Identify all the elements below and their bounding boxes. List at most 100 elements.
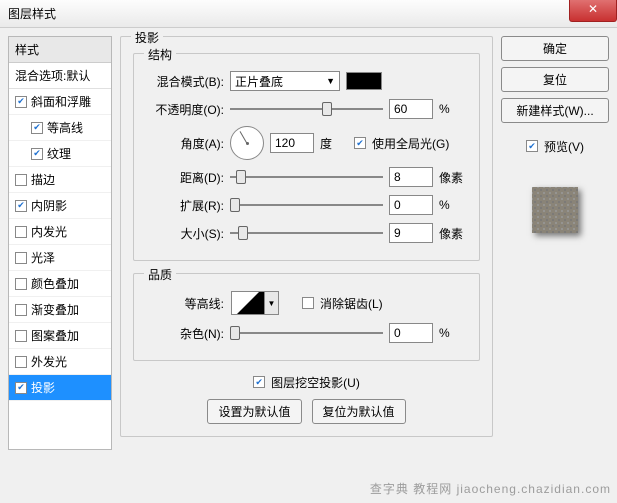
style-item-1[interactable]: 等高线 (9, 115, 111, 141)
blend-mode-dropdown[interactable]: 正片叠底 ▼ (230, 71, 340, 91)
style-label: 等高线 (47, 119, 83, 136)
style-item-11[interactable]: 投影 (9, 375, 111, 401)
color-swatch[interactable] (346, 72, 382, 90)
style-checkbox[interactable] (15, 382, 27, 394)
style-label: 纹理 (47, 145, 71, 162)
size-slider[interactable] (230, 225, 383, 241)
style-checkbox[interactable] (15, 356, 27, 368)
angle-input[interactable]: 120 (270, 133, 314, 153)
settings-panel: 投影 结构 混合模式(B): 正片叠底 ▼ 不透明度(O): 60 % (120, 36, 493, 450)
style-item-3[interactable]: 描边 (9, 167, 111, 193)
style-item-8[interactable]: 渐变叠加 (9, 297, 111, 323)
shadow-legend: 投影 (131, 29, 163, 46)
style-label: 图案叠加 (31, 327, 79, 344)
noise-unit: % (439, 326, 467, 340)
reset-default-button[interactable]: 复位为默认值 (312, 399, 406, 424)
noise-slider[interactable] (230, 325, 383, 341)
size-label: 大小(S): (146, 225, 224, 242)
preview-texture (532, 187, 578, 233)
global-light-label: 使用全局光(G) (372, 135, 449, 152)
style-label: 光泽 (31, 249, 55, 266)
opacity-label: 不透明度(O): (146, 101, 224, 118)
size-unit: 像素 (439, 225, 467, 242)
close-button[interactable]: ✕ (569, 0, 617, 22)
style-item-2[interactable]: 纹理 (9, 141, 111, 167)
quality-fieldset: 品质 等高线: ▼ 消除锯齿(L) 杂色(N): 0 % (133, 273, 480, 361)
dialog-body: 样式 混合选项:默认 斜面和浮雕等高线纹理描边内阴影内发光光泽颜色叠加渐变叠加图… (0, 28, 617, 458)
blend-options-item[interactable]: 混合选项:默认 (9, 63, 111, 89)
watermark: 查字典 教程网 jiaocheng.chazidian.com (370, 480, 611, 497)
spread-unit: % (439, 198, 467, 212)
style-checkbox[interactable] (15, 200, 27, 212)
preview-checkbox[interactable] (526, 140, 538, 152)
close-icon: ✕ (588, 2, 598, 16)
style-label: 渐变叠加 (31, 301, 79, 318)
styles-header: 样式 (9, 37, 111, 63)
style-checkbox[interactable] (31, 148, 43, 160)
opacity-unit: % (439, 102, 467, 116)
style-label: 内发光 (31, 223, 67, 240)
knockout-checkbox[interactable] (253, 376, 265, 388)
window-title: 图层样式 (8, 5, 56, 22)
noise-label: 杂色(N): (146, 325, 224, 342)
distance-input[interactable]: 8 (389, 167, 433, 187)
angle-label: 角度(A): (146, 135, 224, 152)
antialias-checkbox[interactable] (302, 297, 314, 309)
blend-mode-label: 混合模式(B): (146, 73, 224, 90)
new-style-button[interactable]: 新建样式(W)... (501, 98, 609, 123)
style-label: 内阴影 (31, 197, 67, 214)
opacity-slider[interactable] (230, 101, 383, 117)
style-checkbox[interactable] (15, 278, 27, 290)
size-input[interactable]: 9 (389, 223, 433, 243)
opacity-input[interactable]: 60 (389, 99, 433, 119)
contour-picker[interactable]: ▼ (230, 290, 280, 316)
style-label: 斜面和浮雕 (31, 93, 91, 110)
style-label: 描边 (31, 171, 55, 188)
style-item-6[interactable]: 光泽 (9, 245, 111, 271)
style-label: 投影 (31, 379, 55, 396)
shadow-fieldset: 投影 结构 混合模式(B): 正片叠底 ▼ 不透明度(O): 60 % (120, 36, 493, 437)
style-label: 颜色叠加 (31, 275, 79, 292)
global-light-checkbox[interactable] (354, 137, 366, 149)
style-checkbox[interactable] (15, 226, 27, 238)
spread-label: 扩展(R): (146, 197, 224, 214)
distance-unit: 像素 (439, 169, 467, 186)
quality-legend: 品质 (144, 266, 176, 283)
distance-label: 距离(D): (146, 169, 224, 186)
style-item-4[interactable]: 内阴影 (9, 193, 111, 219)
style-item-10[interactable]: 外发光 (9, 349, 111, 375)
noise-input[interactable]: 0 (389, 323, 433, 343)
spread-slider[interactable] (230, 197, 383, 213)
preview-box (520, 175, 590, 245)
right-panel: 确定 复位 新建样式(W)... 预览(V) (501, 36, 609, 450)
spread-input[interactable]: 0 (389, 195, 433, 215)
style-checkbox[interactable] (15, 96, 27, 108)
style-item-9[interactable]: 图案叠加 (9, 323, 111, 349)
ok-button[interactable]: 确定 (501, 36, 609, 61)
contour-thumb (231, 291, 265, 315)
structure-fieldset: 结构 混合模式(B): 正片叠底 ▼ 不透明度(O): 60 % 角 (133, 53, 480, 261)
make-default-button[interactable]: 设置为默认值 (207, 399, 301, 424)
distance-slider[interactable] (230, 169, 383, 185)
angle-dial[interactable] (230, 126, 264, 160)
style-checkbox[interactable] (15, 304, 27, 316)
preview-label: 预览(V) (544, 138, 584, 155)
style-item-7[interactable]: 颜色叠加 (9, 271, 111, 297)
style-checkbox[interactable] (31, 122, 43, 134)
chevron-down-icon: ▼ (326, 76, 335, 86)
style-checkbox[interactable] (15, 174, 27, 186)
titlebar: 图层样式 ✕ (0, 0, 617, 28)
contour-label: 等高线: (146, 295, 224, 312)
blend-mode-value: 正片叠底 (235, 73, 283, 90)
styles-list: 样式 混合选项:默认 斜面和浮雕等高线纹理描边内阴影内发光光泽颜色叠加渐变叠加图… (8, 36, 112, 450)
structure-legend: 结构 (144, 46, 176, 63)
cancel-button[interactable]: 复位 (501, 67, 609, 92)
style-checkbox[interactable] (15, 330, 27, 342)
style-item-0[interactable]: 斜面和浮雕 (9, 89, 111, 115)
style-label: 外发光 (31, 353, 67, 370)
antialias-label: 消除锯齿(L) (320, 295, 383, 312)
style-item-5[interactable]: 内发光 (9, 219, 111, 245)
chevron-down-icon: ▼ (265, 291, 279, 315)
style-checkbox[interactable] (15, 252, 27, 264)
angle-unit: 度 (320, 135, 348, 152)
